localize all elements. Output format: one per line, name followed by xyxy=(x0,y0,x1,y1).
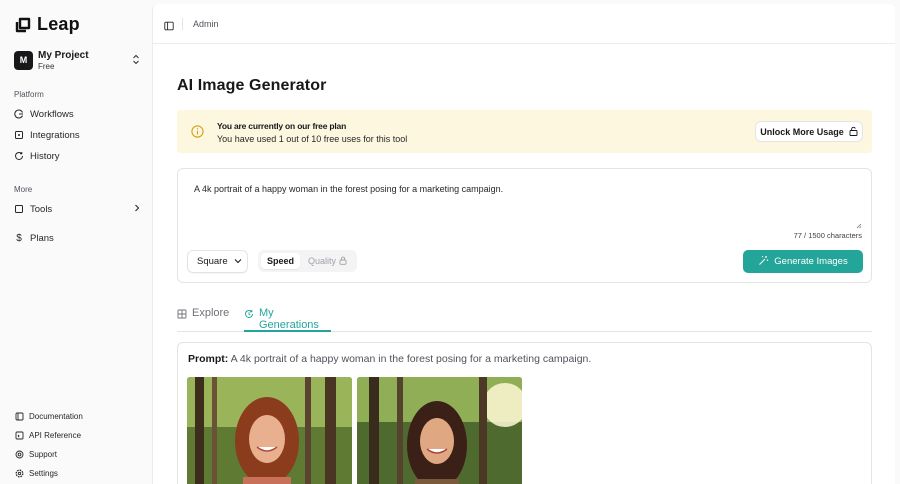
free-plan-banner: You are currently on our free plan You h… xyxy=(177,110,872,153)
prompt-card: A 4k portrait of a happy woman in the fo… xyxy=(177,168,872,283)
chevron-right-icon xyxy=(134,204,140,215)
unlock-icon xyxy=(849,126,858,138)
tab-my-generations[interactable]: My Generations xyxy=(244,307,331,332)
breadcrumb[interactable]: Admin xyxy=(193,19,219,29)
prompt-textarea[interactable]: A 4k portrait of a happy woman in the fo… xyxy=(194,184,503,194)
lock-icon xyxy=(339,256,347,267)
sidebar-item-label: Support xyxy=(29,449,58,459)
sidebar-item-label: Settings xyxy=(29,468,58,478)
leap-logo-icon xyxy=(15,17,31,33)
history-icon xyxy=(14,151,24,161)
code-icon xyxy=(14,430,24,440)
support-icon xyxy=(14,449,24,459)
history-icon xyxy=(244,309,254,322)
sidebar-item-settings[interactable]: Settings xyxy=(14,466,58,480)
project-name: My Project xyxy=(38,50,89,61)
sidebar-item-label: History xyxy=(30,150,60,162)
sidebar-item-workflows[interactable]: Workflows xyxy=(14,105,140,123)
logo[interactable]: Leap xyxy=(15,14,80,35)
tools-icon xyxy=(14,204,24,214)
aspect-ratio-select[interactable]: Square xyxy=(187,250,248,273)
tab-label: My Generations xyxy=(259,307,319,331)
sidebar-item-documentation[interactable]: Documentation xyxy=(14,409,83,423)
button-label: Generate Images xyxy=(774,256,848,267)
sidebar-item-label: Workflows xyxy=(30,108,74,120)
sidebar-item-integrations[interactable]: Integrations xyxy=(14,126,140,144)
sidebar-toggle-icon[interactable] xyxy=(164,19,174,30)
resize-grip-icon[interactable] xyxy=(856,217,862,232)
mode-toggle: Speed Quality xyxy=(258,250,357,272)
sidebar-item-label: API Reference xyxy=(29,430,82,440)
workflows-icon xyxy=(14,109,24,119)
project-plan: Free xyxy=(38,61,55,71)
unlock-more-usage-button[interactable]: Unlock More Usage xyxy=(755,121,863,142)
mode-quality-option[interactable]: Quality xyxy=(308,253,347,269)
top-bar: Admin xyxy=(153,4,895,44)
app-name: Leap xyxy=(37,14,80,34)
page-title: AI Image Generator xyxy=(177,77,327,94)
sidebar-item-tools[interactable]: Tools xyxy=(14,200,140,218)
sidebar-item-plans[interactable]: $ Plans xyxy=(14,229,140,247)
integrations-icon xyxy=(14,130,24,140)
character-count: 77 / 1500 characters xyxy=(793,231,862,240)
main-panel: Admin AI Image Generator You are current… xyxy=(152,4,895,484)
settings-icon xyxy=(14,468,24,478)
dollar-icon: $ xyxy=(16,232,22,244)
prompt-label: Prompt: xyxy=(188,353,229,365)
chevron-down-icon xyxy=(234,256,242,267)
info-icon xyxy=(191,125,204,141)
divider xyxy=(182,17,183,30)
chevron-up-down-icon xyxy=(132,54,140,66)
sidebar-item-label: Integrations xyxy=(30,129,80,141)
sidebar-item-label: Documentation xyxy=(29,411,83,421)
sidebar-item-history[interactable]: History xyxy=(14,147,140,165)
sidebar-item-label: Plans xyxy=(30,232,54,244)
sidebar-item-label: Tools xyxy=(30,203,53,215)
book-icon xyxy=(14,411,24,421)
project-switcher[interactable]: M My Project Free xyxy=(14,50,140,71)
grid-icon xyxy=(177,309,187,322)
tab-label: Explore xyxy=(192,307,230,319)
banner-subtitle: You have used 1 out of 10 free uses for … xyxy=(217,134,408,144)
button-label: Unlock More Usage xyxy=(760,126,844,137)
magic-wand-icon xyxy=(758,255,769,269)
section-label-more: More xyxy=(14,185,33,194)
project-avatar: M xyxy=(14,50,33,70)
mode-speed-option[interactable]: Speed xyxy=(261,253,300,269)
select-value: Square xyxy=(197,256,228,267)
prompt-text: A 4k portrait of a happy woman in the fo… xyxy=(230,353,592,365)
sidebar: Leap M My Project Free Platform Workflow… xyxy=(0,0,152,484)
generate-images-button[interactable]: Generate Images xyxy=(743,250,863,273)
section-label-platform: Platform xyxy=(14,90,44,99)
generation-prompt: Prompt: A 4k portrait of a happy woman i… xyxy=(188,353,591,365)
sidebar-item-api-reference[interactable]: API Reference xyxy=(14,428,81,442)
generation-card: Prompt: A 4k portrait of a happy woman i… xyxy=(177,342,872,484)
generated-image[interactable] xyxy=(187,377,352,484)
sidebar-item-support[interactable]: Support xyxy=(14,447,57,461)
option-label: Quality xyxy=(308,256,337,266)
tab-explore[interactable]: Explore xyxy=(177,307,229,332)
generated-image[interactable] xyxy=(357,377,522,484)
generation-tabs: Explore My Generations xyxy=(177,304,872,332)
banner-title: You are currently on our free plan xyxy=(217,121,347,131)
